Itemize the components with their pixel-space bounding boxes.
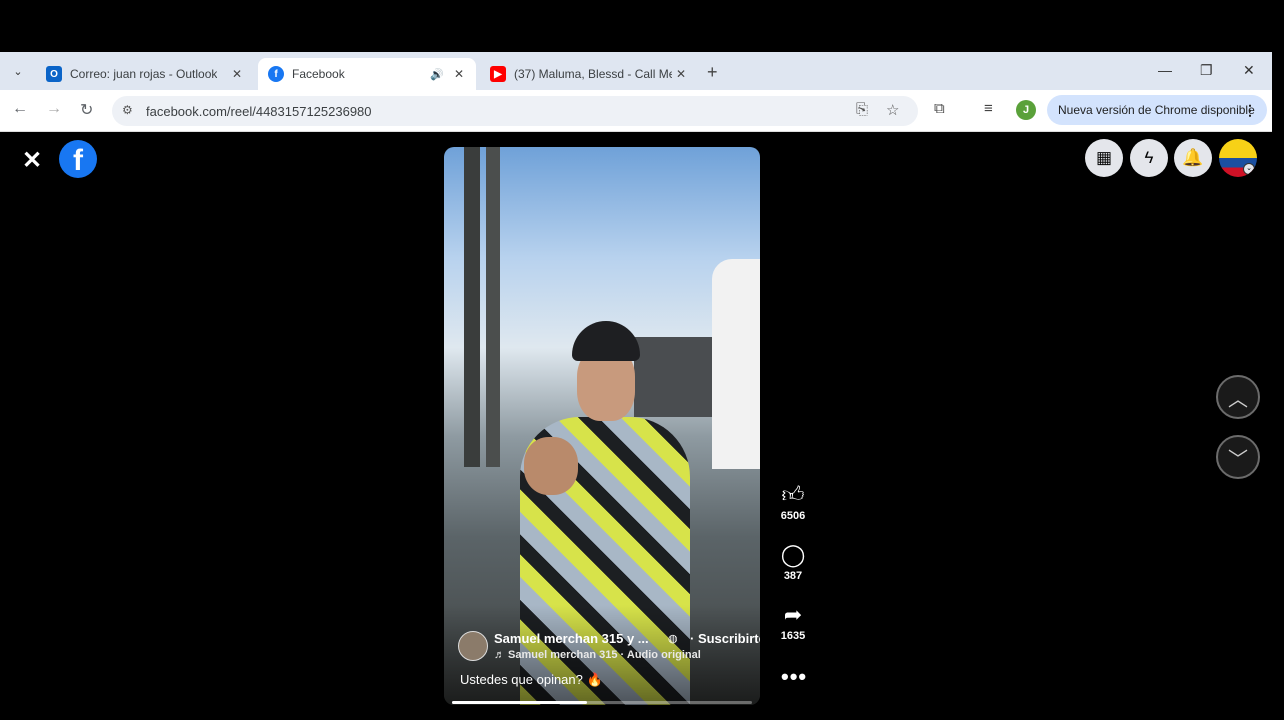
- comment-bubble-icon: ◯: [780, 542, 806, 567]
- extensions-icon[interactable]: ⧉: [934, 100, 945, 117]
- outlook-icon: O: [46, 66, 62, 82]
- media-queue-icon[interactable]: ≡: [984, 100, 993, 117]
- browser-toolbar: ← → ↻ ⚙ facebook.com/reel/44831571252369…: [0, 90, 1272, 132]
- tab-title: Facebook: [292, 67, 345, 81]
- progress-fill: [452, 701, 587, 704]
- notifications-bell-icon[interactable]: 🔔: [1174, 139, 1212, 177]
- youtube-icon: ▶: [490, 66, 506, 82]
- restore-icon[interactable]: ❐: [1200, 62, 1213, 79]
- url-text: facebook.com/reel/4483157125236980: [146, 104, 372, 119]
- thumbs-up-icon: 👍︎: [781, 482, 805, 507]
- tab-youtube[interactable]: ▶ (37) Maluma, Blessd - Call Me ( ✕: [480, 58, 698, 90]
- tab-outlook[interactable]: O Correo: juan rojas - Outlook ✕: [36, 58, 254, 90]
- next-reel-button[interactable]: ﹀: [1216, 435, 1260, 479]
- forward-icon[interactable]: →: [46, 100, 62, 118]
- messenger-icon[interactable]: ϟ: [1130, 139, 1168, 177]
- menu-kebab-icon[interactable]: ⋮: [1243, 102, 1257, 119]
- tab-title: Correo: juan rojas - Outlook: [70, 67, 218, 81]
- apps-grid-icon[interactable]: ▦: [1085, 139, 1123, 177]
- reload-icon[interactable]: ↻: [80, 100, 93, 120]
- facebook-icon: f: [268, 66, 284, 82]
- chevron-up-icon: ︿: [1228, 388, 1248, 411]
- close-reel-icon[interactable]: ✕: [22, 146, 42, 175]
- close-tab-icon[interactable]: ✕: [676, 67, 686, 81]
- close-tab-icon[interactable]: ✕: [454, 67, 464, 81]
- fire-emoji-icon: 🔥: [586, 672, 604, 687]
- address-bar[interactable]: ⚙ facebook.com/reel/4483157125236980 ⎘ ☆: [112, 96, 918, 126]
- share-arrow-icon: ➦: [783, 602, 803, 627]
- author-name[interactable]: Samuel merchan 315 y ...: [494, 631, 649, 646]
- reel-caption: Ustedes que opinan? 🔥: [460, 672, 603, 688]
- reel-video[interactable]: Samuel merchan 315 y ... ◍ · Suscribirte…: [444, 147, 760, 705]
- back-icon[interactable]: ←: [12, 100, 28, 118]
- update-label: Nueva versión de Chrome disponible: [1058, 103, 1255, 117]
- like-count: 6506: [780, 510, 806, 522]
- author-avatar[interactable]: [458, 631, 488, 661]
- bookmark-star-icon[interactable]: ☆: [886, 101, 899, 119]
- tab-search-chevron-icon[interactable]: ⌄: [8, 61, 28, 81]
- subscribe-button[interactable]: · Suscribirte: [690, 631, 760, 646]
- share-count: 1635: [780, 630, 806, 642]
- chevron-down-icon: ﹀: [1228, 448, 1248, 471]
- tab-facebook[interactable]: f Facebook 🔊 ✕: [258, 58, 476, 90]
- progress-bar[interactable]: [452, 701, 752, 704]
- audio-label[interactable]: ♬ Samuel merchan 315 · Audio original: [494, 649, 701, 661]
- chrome-update-button[interactable]: Nueva versión de Chrome disponible ⋮: [1047, 95, 1267, 125]
- share-button[interactable]: ➦ 1635: [772, 602, 814, 642]
- tab-title: (37) Maluma, Blessd - Call Me (: [514, 67, 672, 81]
- caption-text: Ustedes que opinan?: [460, 672, 583, 687]
- screen: ⌄ O Correo: juan rojas - Outlook ✕ f Fac…: [0, 0, 1284, 720]
- site-settings-icon[interactable]: ⚙: [122, 103, 133, 117]
- comment-button[interactable]: ◯ 387: [772, 542, 814, 582]
- facebook-logo-icon[interactable]: f: [59, 140, 97, 178]
- window-close-icon[interactable]: ✕: [1243, 62, 1255, 79]
- minimize-icon[interactable]: —: [1158, 62, 1172, 78]
- comment-count: 387: [783, 570, 803, 582]
- new-tab-icon[interactable]: +: [707, 62, 718, 83]
- close-tab-icon[interactable]: ✕: [232, 67, 242, 81]
- tab-strip: ⌄ O Correo: juan rojas - Outlook ✕ f Fac…: [0, 52, 1272, 90]
- chevron-down-icon: ⌄: [1243, 163, 1255, 175]
- previous-reel-button[interactable]: ︿: [1216, 375, 1260, 419]
- install-app-icon[interactable]: ⎘: [856, 101, 868, 118]
- profile-avatar[interactable]: J: [1016, 100, 1036, 120]
- like-button[interactable]: 👍︎ 6506: [772, 482, 814, 522]
- speaker-icon[interactable]: 🔊: [430, 68, 444, 81]
- account-avatar[interactable]: ⌄: [1219, 139, 1257, 177]
- more-options-icon[interactable]: •••: [781, 664, 807, 690]
- public-globe-icon: ◍: [668, 633, 678, 645]
- video-scene: [464, 147, 480, 467]
